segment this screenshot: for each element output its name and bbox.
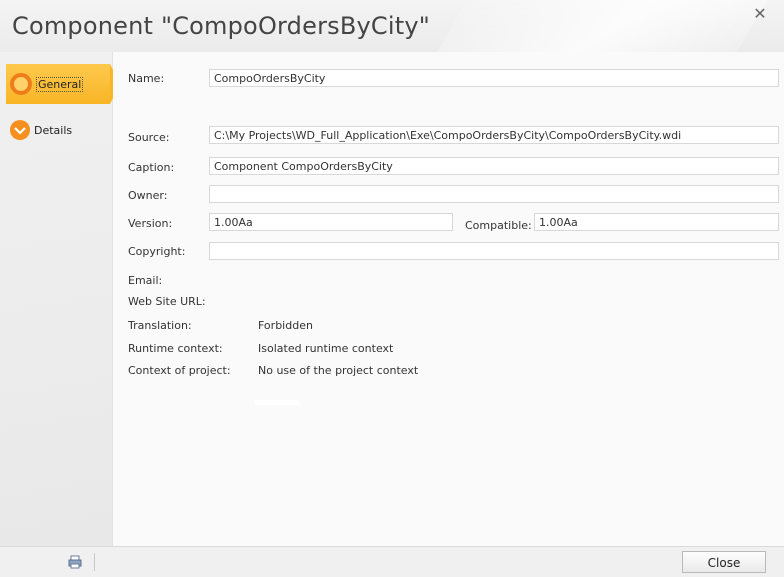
divider: [94, 553, 95, 571]
render-artifact: [255, 400, 299, 405]
name-field[interactable]: CompoOrdersByCity: [209, 69, 779, 87]
title-decoration: [409, 0, 779, 52]
title-bar: Component "CompoOrdersByCity" ✕: [0, 0, 784, 53]
source-field[interactable]: C:\My Projects\WD_Full_Application\Exe\C…: [209, 126, 779, 144]
runtime-context-label: Runtime context:: [128, 342, 223, 355]
general-panel: Name: CompoOrdersByCity Source: C:\My Pr…: [113, 52, 784, 546]
sidebar-item-details[interactable]: Details: [6, 110, 108, 150]
caption-field[interactable]: Component CompoOrdersByCity: [209, 157, 779, 175]
chevron-down-icon: [10, 120, 30, 140]
copyright-label: Copyright:: [128, 245, 186, 258]
owner-label: Owner:: [128, 189, 168, 202]
sidebar-item-label: General: [36, 76, 84, 92]
sidebar-item-label: Details: [34, 123, 73, 137]
runtime-context-value: Isolated runtime context: [258, 342, 394, 355]
sidebar-item-general[interactable]: General: [6, 64, 120, 104]
ring-icon: [10, 73, 32, 95]
close-button[interactable]: Close: [682, 551, 766, 573]
translation-label: Translation:: [128, 319, 192, 332]
source-label: Source:: [128, 131, 170, 144]
email-label: Email:: [128, 274, 163, 287]
owner-field[interactable]: [209, 185, 779, 203]
sidebar: General Details: [0, 52, 120, 546]
project-context-value: No use of the project context: [258, 364, 419, 377]
copyright-field[interactable]: [209, 242, 779, 260]
window-title: Component "CompoOrdersByCity": [12, 12, 430, 40]
website-label: Web Site URL:: [128, 295, 206, 308]
status-bar: Close: [0, 546, 784, 577]
translation-value: Forbidden: [258, 319, 313, 332]
name-label: Name:: [128, 72, 165, 85]
printer-icon[interactable]: [68, 555, 82, 569]
project-context-label: Context of project:: [128, 364, 231, 377]
compatible-field[interactable]: 1.00Aa: [534, 213, 779, 231]
close-icon[interactable]: ✕: [750, 4, 770, 23]
version-field[interactable]: 1.00Aa: [209, 213, 453, 231]
compatible-label: Compatible:: [465, 219, 532, 232]
caption-label: Caption:: [128, 161, 175, 174]
version-label: Version:: [128, 217, 173, 230]
